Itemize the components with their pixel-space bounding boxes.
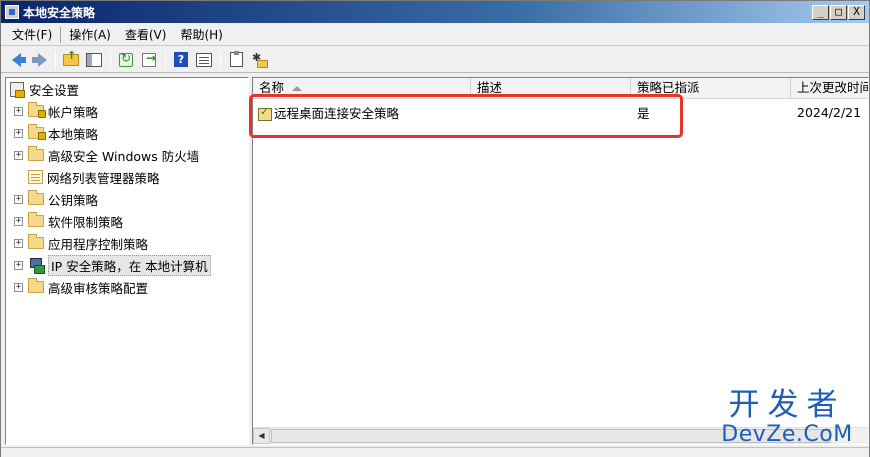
scroll-left-icon[interactable]: ◀ xyxy=(253,428,270,444)
folder-icon xyxy=(28,190,44,205)
tree-pane[interactable]: 安全设置 + 帐户策略 + 本地策略 + 高级安全 Windows 防火墙 网络… xyxy=(5,77,249,445)
tree-item-label: 应用程序控制策略 xyxy=(48,236,149,252)
tree-root[interactable]: 安全设置 xyxy=(10,79,79,99)
expand-icon[interactable]: + xyxy=(14,128,23,138)
clipboard-icon xyxy=(229,51,243,67)
help-icon: ? xyxy=(174,52,188,67)
properties-button[interactable] xyxy=(193,50,215,70)
policy-assigned: 是 xyxy=(637,105,650,121)
column-header-name[interactable]: 名称 xyxy=(253,78,471,99)
tree-item-network-list[interactable]: 网络列表管理器策略 xyxy=(14,167,160,187)
folder-up-icon xyxy=(63,49,79,66)
maximize-button[interactable]: □ xyxy=(830,4,847,20)
export-list-button[interactable] xyxy=(138,50,160,70)
horizontal-scrollbar[interactable]: ◀ xyxy=(253,427,868,444)
back-button[interactable] xyxy=(5,50,27,70)
folder-list-icon xyxy=(28,170,43,184)
show-hide-tree-icon xyxy=(86,52,102,67)
expand-icon[interactable]: + xyxy=(14,194,23,204)
policy-icon xyxy=(258,105,272,121)
minimize-button[interactable]: _ xyxy=(812,4,829,20)
column-header-description[interactable]: 描述 xyxy=(471,78,631,99)
tree-item-label: 帐户策略 xyxy=(48,104,99,120)
policy-modified: 2024/2/21 xyxy=(797,104,862,120)
menu-file[interactable]: 文件(F) xyxy=(5,24,59,45)
refresh-icon xyxy=(119,51,133,67)
menu-bar: 文件(F) 操作(A) 查看(V) 帮助(H) xyxy=(1,24,869,46)
tree-root-label: 安全设置 xyxy=(29,82,80,98)
folder-lock-icon xyxy=(28,124,46,140)
security-settings-icon xyxy=(10,81,25,98)
forward-arrow-icon xyxy=(31,52,47,67)
ipsec-icon xyxy=(28,257,45,274)
app-window: 本地安全策略 _ □ X 文件(F) 操作(A) 查看(V) 帮助(H) ? 安… xyxy=(0,0,870,457)
export-list-icon xyxy=(142,51,156,67)
menu-view[interactable]: 查看(V) xyxy=(118,24,174,45)
sort-ascending-icon xyxy=(292,86,303,91)
properties-icon xyxy=(196,52,212,67)
toolbar-separator xyxy=(55,50,56,69)
new-item-icon xyxy=(252,51,268,68)
up-one-level-button[interactable] xyxy=(60,49,82,70)
folder-icon xyxy=(28,278,44,293)
list-header: 名称 描述 策略已指派 上次更改时间 xyxy=(253,78,868,99)
expand-icon[interactable]: + xyxy=(14,238,23,248)
list-item[interactable]: 远程桌面连接安全策略 是 2024/2/21 xyxy=(253,101,868,123)
folder-icon xyxy=(28,146,44,161)
menu-help[interactable]: 帮助(H) xyxy=(173,24,229,45)
help-button[interactable]: ? xyxy=(170,50,192,70)
tree-item-label: 公钥策略 xyxy=(48,192,99,208)
show-hide-tree-button[interactable] xyxy=(83,50,105,70)
tree-item-label: IP 安全策略，在 本地计算机 xyxy=(48,254,211,276)
window-title: 本地安全策略 xyxy=(23,5,96,20)
tree-item-ip-security[interactable]: + IP 安全策略，在 本地计算机 xyxy=(14,254,211,276)
create-policy-button[interactable] xyxy=(248,50,270,70)
toolbar-separator xyxy=(220,50,221,69)
forward-button[interactable] xyxy=(28,50,50,70)
menu-action[interactable]: 操作(A) xyxy=(62,24,118,45)
tree-item-software-restriction[interactable]: + 软件限制策略 xyxy=(14,211,123,231)
manage-filters-button[interactable] xyxy=(225,50,247,70)
expand-icon[interactable]: + xyxy=(14,260,23,270)
column-header-modified[interactable]: 上次更改时间 xyxy=(791,78,868,99)
tree-item-app-control[interactable]: + 应用程序控制策略 xyxy=(14,233,148,253)
security-policy-app-icon xyxy=(5,5,19,19)
expand-icon[interactable]: + xyxy=(14,282,23,292)
scroll-thumb[interactable] xyxy=(271,429,831,443)
tree-item-label: 网络列表管理器策略 xyxy=(47,170,160,186)
status-bar xyxy=(1,447,869,457)
toolbar-separator xyxy=(165,50,166,69)
toolbar-separator xyxy=(110,50,111,69)
folder-lock-icon xyxy=(28,102,46,118)
list-pane[interactable]: 名称 描述 策略已指派 上次更改时间 远程桌面连接安全策略 是 2024/2/2… xyxy=(252,77,869,445)
tree-item-label: 本地策略 xyxy=(48,126,99,142)
expand-icon[interactable]: + xyxy=(14,216,23,226)
back-arrow-icon xyxy=(11,52,26,67)
tree-item-firewall[interactable]: + 高级安全 Windows 防火墙 xyxy=(14,145,199,165)
tree-item-label: 高级审核策略配置 xyxy=(48,280,149,296)
tree-item-label: 软件限制策略 xyxy=(48,214,124,230)
expand-icon[interactable]: + xyxy=(14,106,23,116)
tree-item-local-policies[interactable]: + 本地策略 xyxy=(14,123,98,143)
tree-item-advanced-audit[interactable]: + 高级审核策略配置 xyxy=(14,277,148,297)
column-header-assigned[interactable]: 策略已指派 xyxy=(631,78,791,99)
folder-icon xyxy=(28,212,44,227)
menu-separator xyxy=(60,26,62,43)
refresh-button[interactable] xyxy=(115,50,137,70)
tree-item-public-key[interactable]: + 公钥策略 xyxy=(14,189,98,209)
tree-item-account-policies[interactable]: + 帐户策略 xyxy=(14,101,98,121)
folder-icon xyxy=(28,234,44,249)
toolbar: ? xyxy=(1,47,869,73)
tree-item-label: 高级安全 Windows 防火墙 xyxy=(48,148,200,164)
expand-icon[interactable]: + xyxy=(14,150,23,160)
close-button[interactable]: X xyxy=(848,4,865,20)
title-bar[interactable]: 本地安全策略 _ □ X xyxy=(1,1,869,23)
policy-name: 远程桌面连接安全策略 xyxy=(274,105,400,121)
